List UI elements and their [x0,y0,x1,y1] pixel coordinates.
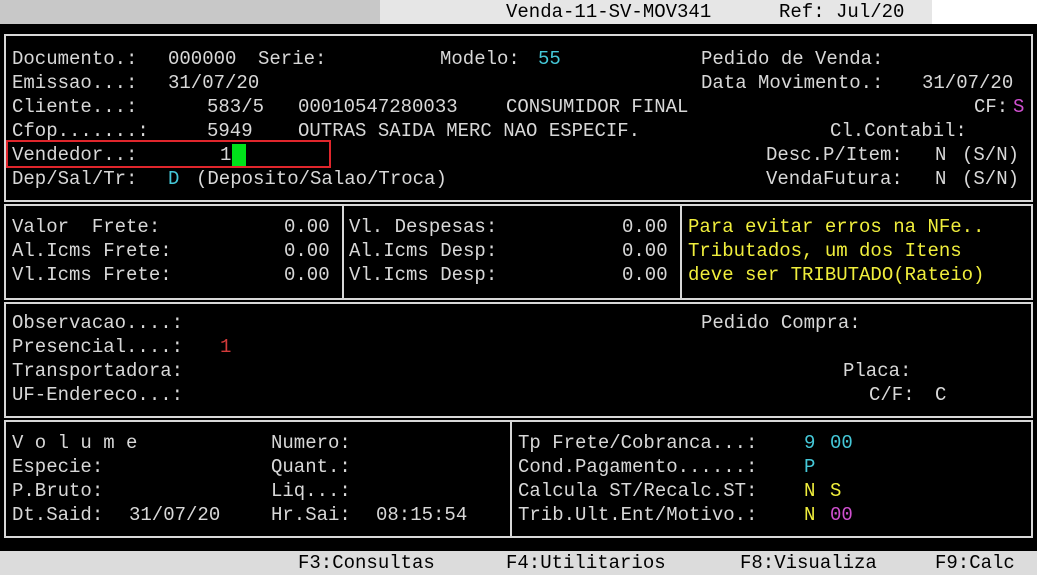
presencial-label: Presencial....: [12,336,184,358]
cf-field[interactable]: S [1013,95,1024,119]
recalc-st-field[interactable]: S [830,479,841,503]
placa-label: Placa: [843,360,912,382]
vl-icms-desp-field[interactable]: 0.00 [622,263,668,287]
cf-label: CF: [974,96,1009,118]
documento-field[interactable]: 000000 [168,47,236,71]
tp-frete-field[interactable]: 9 [804,431,815,455]
function-key-bar: F3:Consultas F4:Utilitarios F8:Visualiza… [0,551,1037,575]
volume-divider [510,420,512,538]
calcula-st-label: Calcula ST/Recalc.ST: [518,480,758,502]
al-icms-desp-label: Al.Icms Desp: [349,240,498,262]
cliente-label: Cliente...: [12,96,138,118]
trib-ult-ent-label: Trib.Ult.Ent/Motivo.: [518,504,758,526]
modelo-field[interactable]: 55 [538,47,561,71]
cliente-code-field[interactable]: 583/5 [207,95,264,119]
quant-label: Quant.: [271,456,351,478]
data-movimento-label: Data Movimento.: [701,72,884,94]
f8-visualiza-key[interactable]: F8:Visualiza [740,551,877,575]
vl-icms-frete-field[interactable]: 0.00 [284,263,330,287]
nfe-notice-line-2: Tributados, um dos Itens [688,240,962,262]
emissao-field[interactable]: 31/07/20 [168,71,259,95]
title-bar: Venda-11-SV-MOV341 Ref: Jul/20 [0,0,1037,24]
dep-sal-tr-label: Dep/Sal/Tr: [12,168,138,190]
uf-endereco-label: UF-Endereco...: [12,384,184,406]
vendedor-label: Vendedor..: [12,144,138,166]
numero-label: Numero: [271,432,351,454]
motivo-field[interactable]: 00 [830,503,853,527]
observacao-label: Observacao....: [12,312,184,334]
modelo-label: Modelo: [440,48,520,70]
data-saida-field[interactable]: 31/07/20 [129,503,220,527]
al-icms-desp-field[interactable]: 0.00 [622,239,668,263]
trib-ult-ent-field[interactable]: N [804,503,815,527]
cfop-description: OUTRAS SAIDA MERC NAO ESPECIF. [298,120,641,142]
dep-sal-tr-description: (Deposito/Salao/Troca) [196,168,447,190]
al-icms-frete-label: Al.Icms Frete: [12,240,172,262]
vendedor-field[interactable]: 1 [220,143,231,167]
tp-frete-label: Tp Frete/Cobranca...: [518,432,758,454]
serie-label: Serie: [258,48,327,70]
dep-sal-tr-field[interactable]: D [168,167,179,191]
peso-liquido-label: Liq...: [271,480,351,502]
valor-frete-field[interactable]: 0.00 [284,215,330,239]
presencial-field[interactable]: 1 [220,335,231,359]
documento-label: Documento.: [12,48,138,70]
venda-futura-label: VendaFutura: [766,168,903,190]
data-saida-label: Dt.Said: [12,504,104,526]
data-movimento-field[interactable]: 31/07/20 [922,71,1013,95]
venda-futura-options: (S/N) [962,168,1020,190]
nfe-notice-line-1: Para evitar erros na NFe.. [688,216,985,238]
title-bar-left [0,0,380,24]
freight-divider-1 [342,204,344,300]
f9-calc-key[interactable]: F9:Calc [935,551,1015,575]
cf-delivery-field[interactable]: C [935,383,946,407]
transportadora-label: Transportadora: [12,360,184,382]
desc-item-field[interactable]: N [935,143,946,167]
venda-futura-field[interactable]: N [935,167,946,191]
desc-item-options: (S/N) [962,144,1020,166]
nfe-notice-line-3: deve ser TRIBUTADO(Rateio) [688,264,985,286]
hora-saida-label: Hr.Sai: [271,504,351,526]
f4-utilitarios-key[interactable]: F4:Utilitarios [506,551,666,575]
valor-frete-label: Valor Frete: [12,216,161,238]
cf-delivery-label: C/F: [869,384,915,406]
peso-bruto-label: P.Bruto: [12,480,104,502]
cobranca-field[interactable]: 00 [830,431,853,455]
freight-divider-2 [680,204,682,300]
emissao-label: Emissao...: [12,72,138,94]
cliente-document: 00010547280033 [298,96,458,118]
pedido-venda-label: Pedido de Venda: [701,48,884,70]
desc-item-label: Desc.P/Item: [766,144,903,166]
screen-title: Venda-11-SV-MOV341 [506,1,712,23]
volume-label: V o l u m e [12,432,138,454]
hora-saida-field[interactable]: 08:15:54 [376,503,467,527]
text-cursor [232,144,246,166]
cond-pagamento-label: Cond.Pagamento......: [518,456,758,478]
especie-label: Especie: [12,456,104,478]
vl-icms-desp-label: Vl.Icms Desp: [349,264,498,286]
cond-pagamento-field[interactable]: P [804,455,815,479]
al-icms-frete-field[interactable]: 0.00 [284,239,330,263]
cliente-name: CONSUMIDOR FINAL [506,96,689,118]
vl-despesas-field[interactable]: 0.00 [622,215,668,239]
f3-consultas-key[interactable]: F3:Consultas [298,551,435,575]
vl-icms-frete-label: Vl.Icms Frete: [12,264,172,286]
reference-period: Ref: Jul/20 [779,1,905,23]
cl-contabil-label: Cl.Contabil: [830,120,967,142]
pedido-compra-label: Pedido Compra: [701,312,861,334]
vl-despesas-label: Vl. Despesas: [349,216,498,238]
calcula-st-field[interactable]: N [804,479,815,503]
